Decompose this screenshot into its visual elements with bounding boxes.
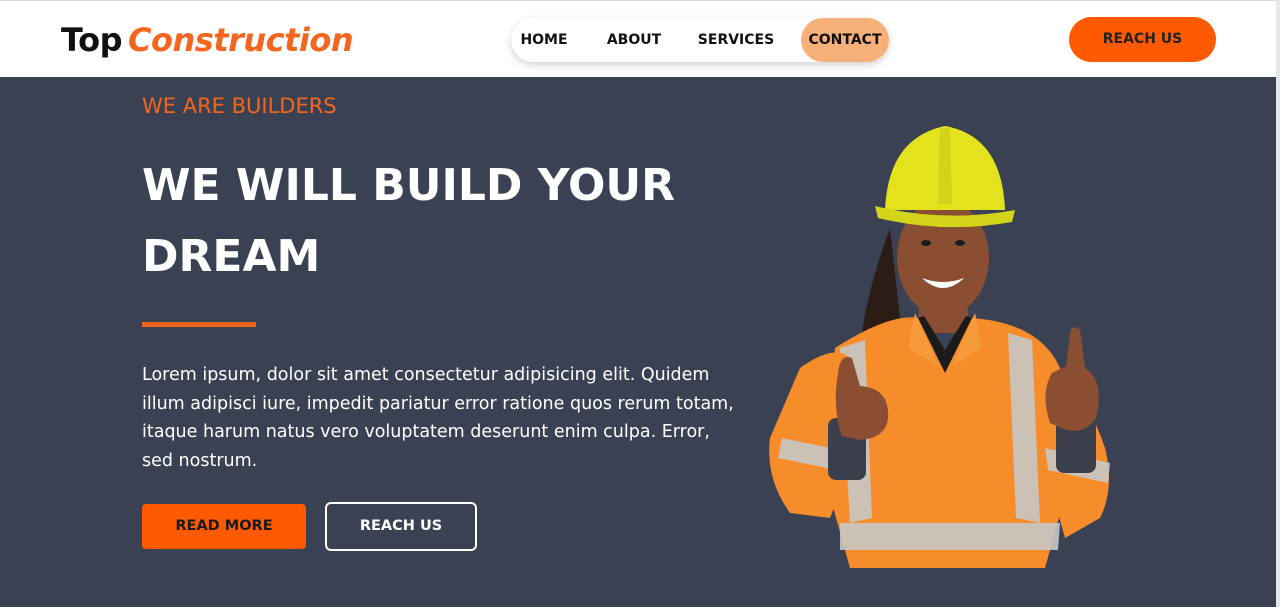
hero-eyebrow: WE ARE BUILDERS [142, 94, 337, 118]
hero-description: Lorem ipsum, dolor sit amet consectetur … [142, 365, 734, 471]
accent-divider [142, 322, 256, 327]
logo-word-construction: Construction [127, 21, 354, 59]
reach-us-button[interactable]: REACH US [325, 502, 477, 551]
construction-worker-image [769, 126, 1110, 568]
nav-about[interactable]: ABOUT [601, 18, 667, 62]
main-nav: HOME ABOUT SERVICES CONTACT [511, 18, 889, 62]
hero-headline-line-2: DREAM [142, 231, 321, 282]
nav-services[interactable]: SERVICES [691, 18, 781, 62]
nav-home[interactable]: HOME [511, 18, 577, 62]
logo-word-top: Top [61, 21, 122, 59]
hero-headline-line-1: WE WILL BUILD YOUR [142, 160, 676, 211]
read-more-button[interactable]: READ MORE [142, 504, 306, 549]
scrollbar[interactable] [1276, 0, 1280, 607]
nav-contact[interactable]: CONTACT [801, 18, 889, 62]
site-header: Top Construction HOME ABOUT SERVICES CONT… [0, 0, 1280, 77]
hero-headline: WE WILL BUILD YOUR DREAM [142, 150, 682, 292]
logo[interactable]: Top Construction [61, 21, 354, 59]
header-reach-us-button[interactable]: REACH US [1069, 17, 1216, 62]
